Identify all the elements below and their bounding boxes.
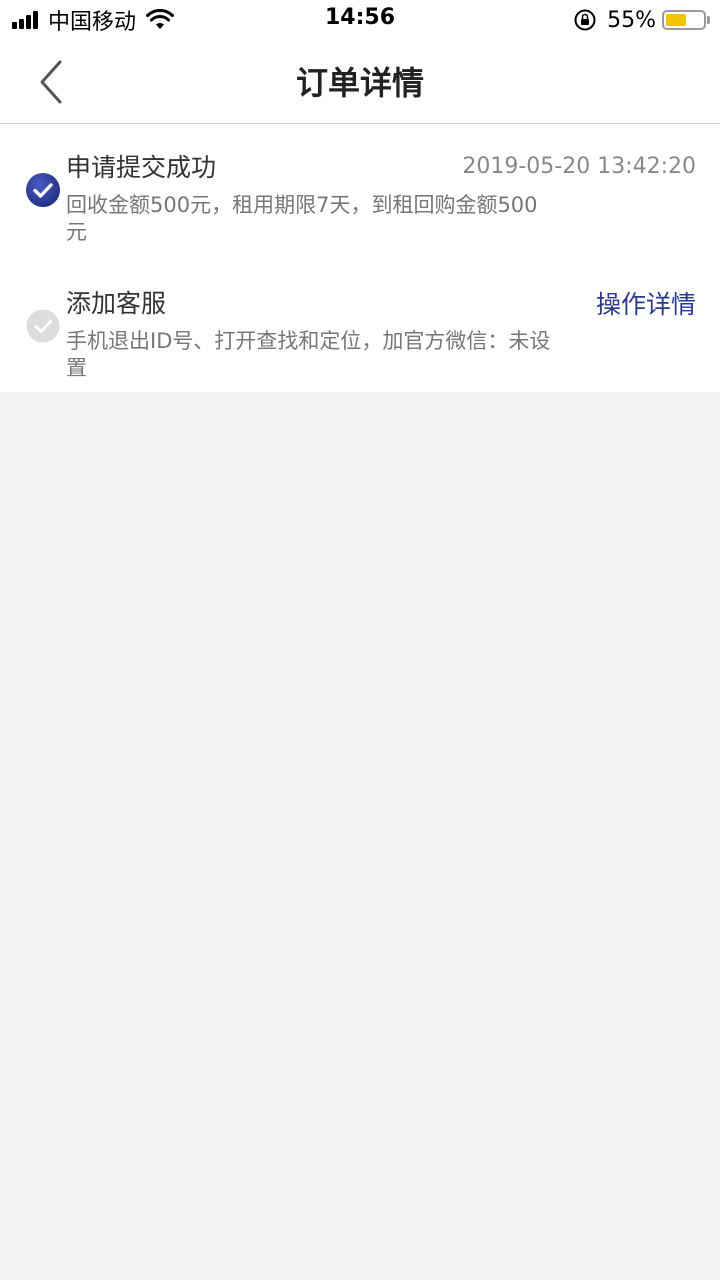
step-description: 手机退出ID号、打开查找和定位，加官方微信：未设置 xyxy=(66,329,551,380)
status-bar: 中国移动 14:56 55% xyxy=(0,0,720,40)
operation-details-link[interactable]: 操作详情 xyxy=(596,285,696,321)
order-detail-page: 中国移动 14:56 55% 订单详情 申请提交成功 2019-05-20 13… xyxy=(0,0,720,1280)
check-circle-icon xyxy=(26,173,60,207)
navigation-bar: 订单详情 xyxy=(0,40,720,124)
rotation-lock-icon xyxy=(574,9,596,31)
battery-percent: 55% xyxy=(607,7,656,33)
order-progress-list: 申请提交成功 2019-05-20 13:42:20 回收金额500元，租用期限… xyxy=(0,124,720,392)
battery-tip xyxy=(707,16,710,24)
battery-fill xyxy=(666,14,686,26)
page-title: 订单详情 xyxy=(295,64,424,102)
check-circle-icon xyxy=(26,309,60,343)
step-title: 添加客服 xyxy=(66,289,167,318)
status-bar-right: 55% xyxy=(573,6,710,34)
step-title: 申请提交成功 xyxy=(66,153,217,182)
step-description: 回收金额500元，租用期限7天，到租回购金额500元 xyxy=(66,193,538,244)
battery-icon xyxy=(662,10,706,30)
step-timestamp: 2019-05-20 13:42:20 xyxy=(462,154,696,179)
